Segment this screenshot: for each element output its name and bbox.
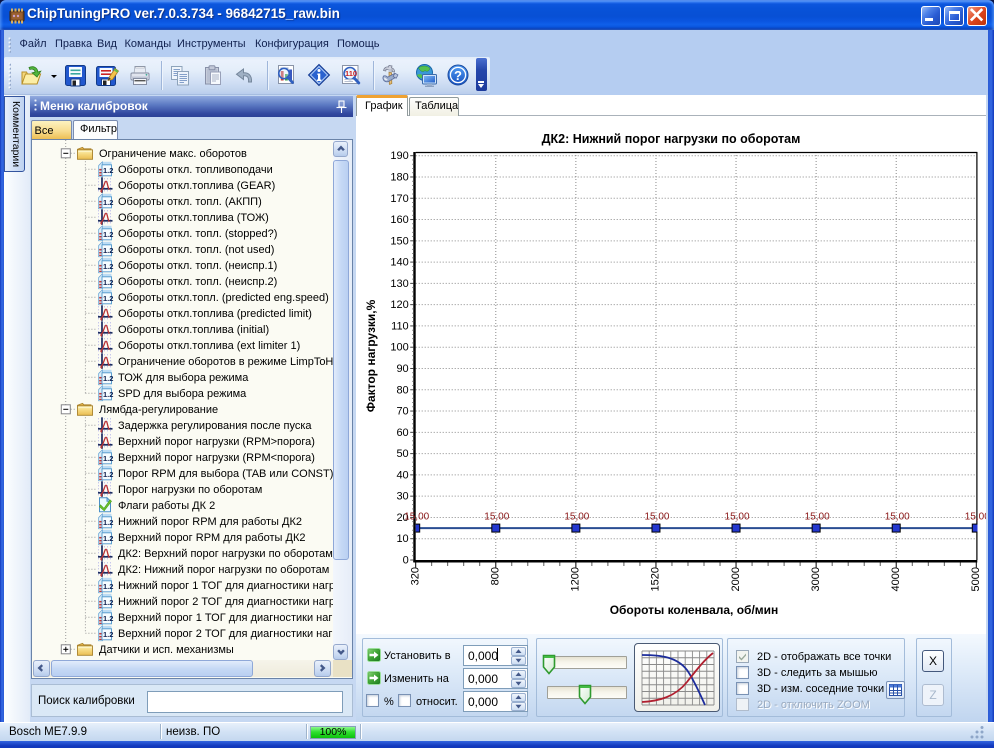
svg-text:320: 320 [409,567,421,585]
svg-text:Обороты откл.топлива (GEAR): Обороты откл.топлива (GEAR) [118,180,275,192]
svg-text:1.2: 1.2 [103,230,113,239]
svg-text:40: 40 [396,469,408,481]
svg-text:1.2: 1.2 [103,614,113,623]
svg-text:Датчики и исп. механизмы: Датчики и исп. механизмы [99,644,234,656]
svg-text:Нижний порог 2 ТОГ для диагнос: Нижний порог 2 ТОГ для диагностики нагре… [118,596,333,608]
svg-text:140: 140 [390,257,408,269]
svg-text:10: 10 [396,533,408,545]
svg-text:1.2: 1.2 [103,598,113,607]
svg-text:170: 170 [390,193,408,205]
svg-text:1520: 1520 [650,567,662,591]
svg-text:Верхний порог 1 ТОГ для диагно: Верхний порог 1 ТОГ для диагностики нагр… [118,612,333,624]
svg-text:190: 190 [390,150,408,162]
svg-text:Флаги работы ДК 2: Флаги работы ДК 2 [118,500,215,512]
svg-text:Обороты откл. топл. (неиспр.1): Обороты откл. топл. (неиспр.1) [118,260,277,272]
svg-text:SPD для выбора режима: SPD для выбора режима [118,388,247,400]
svg-text:Ограничение макс. оборотов: Ограничение макс. оборотов [99,148,247,160]
svg-text:1.2: 1.2 [103,534,113,543]
svg-text:15,00: 15,00 [564,512,589,523]
svg-text:15,00: 15,00 [805,512,830,523]
svg-text:100: 100 [390,342,408,354]
svg-text:1.2: 1.2 [103,294,113,303]
svg-text:1.2: 1.2 [103,390,113,399]
svg-text:Задержка регулирования после п: Задержка регулирования после пуска [118,420,312,432]
svg-text:Обороты откл.топлива (ext limi: Обороты откл.топлива (ext limiter 1) [118,340,300,352]
svg-text:130: 130 [390,278,408,290]
svg-text:160: 160 [390,214,408,226]
svg-text:180: 180 [390,171,408,183]
svg-text:1.2: 1.2 [103,630,113,639]
svg-text:Обороты откл.топлива (ТОЖ): Обороты откл.топлива (ТОЖ) [118,212,269,224]
svg-text:70: 70 [396,406,408,418]
svg-text:15,00: 15,00 [885,512,910,523]
svg-text:1.2: 1.2 [103,246,113,255]
svg-text:?: ? [454,68,462,83]
svg-text:1.2: 1.2 [103,518,113,527]
svg-text:ДК2: Нижний порог нагрузки по: ДК2: Нижний порог нагрузки по оборотам [542,132,801,146]
svg-text:ДК2: Верхний порог нагрузки по: ДК2: Верхний порог нагрузки по оборотам [118,548,333,560]
svg-text:110: 110 [345,69,357,78]
svg-text:4000: 4000 [890,567,902,591]
svg-text:80: 80 [396,384,408,396]
svg-text:Верхний порог 2 ТОГ для диагно: Верхний порог 2 ТОГ для диагностики нагр… [118,628,333,640]
svg-text:1.2: 1.2 [103,262,113,271]
svg-text:30: 30 [396,491,408,503]
svg-text:15,00: 15,00 [725,512,750,523]
svg-text:Порог RPM для выбора (TAB или: Порог RPM для выбора (TAB или CONST) [118,468,333,480]
svg-text:3000: 3000 [810,567,822,591]
svg-text:Фактор нагрузки,%: Фактор нагрузки,% [364,299,378,412]
svg-text:Ограничение оборотов в режиме: Ограничение оборотов в режиме LimpToHome [118,356,333,368]
svg-text:Нижний порог 1 ТОГ для диагнос: Нижний порог 1 ТОГ для диагностики нагре… [118,580,333,592]
svg-text:Обороты откл.топл. (predicted: Обороты откл.топл. (predicted eng.speed) [118,292,329,304]
svg-text:5000: 5000 [970,567,982,591]
svg-text:Обороты откл. топл. (not used): Обороты откл. топл. (not used) [118,244,274,256]
svg-text:Обороты откл.топлива (predicte: Обороты откл.топлива (predicted limit) [118,308,312,320]
svg-text:Обороты коленвала, об/мин: Обороты коленвала, об/мин [610,603,779,617]
svg-text:800: 800 [490,567,502,585]
svg-text:1.2: 1.2 [103,582,113,591]
svg-text:1200: 1200 [570,567,582,591]
svg-text:Обороты откл. топл. (stopped?): Обороты откл. топл. (stopped?) [118,228,277,240]
svg-text:Лямбда-регулирование: Лямбда-регулирование [99,404,218,416]
svg-text:Верхний порог RPM для работы Д: Верхний порог RPM для работы ДК2 [118,532,305,544]
svg-text:ТОЖ для выбора режима: ТОЖ для выбора режима [118,372,249,384]
svg-text:110: 110 [391,320,409,332]
svg-text:Порог нагрузки по оборотам: Порог нагрузки по оборотам [118,484,262,496]
svg-text:Обороты откл.топлива (initial): Обороты откл.топлива (initial) [118,324,269,336]
svg-text:1.2: 1.2 [103,470,113,479]
svg-text:60: 60 [396,427,408,439]
svg-text:0: 0 [403,555,409,567]
svg-text:90: 90 [396,363,408,375]
svg-text:1.2: 1.2 [103,166,113,175]
svg-text:ДК2: Нижний порог нагрузки по: ДК2: Нижний порог нагрузки по оборотам [118,564,329,576]
svg-text:15,00: 15,00 [965,512,986,523]
svg-text:1.2: 1.2 [103,454,113,463]
svg-text:Верхний порог нагрузки (RPM>по: Верхний порог нагрузки (RPM>порога) [118,436,315,448]
svg-text:120: 120 [390,299,408,311]
svg-text:Верхний порог нагрузки (RPM<по: Верхний порог нагрузки (RPM<порога) [118,452,315,464]
svg-text:Обороты откл. топл. (неиспр.2): Обороты откл. топл. (неиспр.2) [118,276,277,288]
svg-text:Нижний порог RPM для работы ДК: Нижний порог RPM для работы ДК2 [118,516,302,528]
svg-text:Обороты откл. топливоподачи: Обороты откл. топливоподачи [118,164,273,176]
svg-text:1.2: 1.2 [103,374,113,383]
svg-text:50: 50 [396,448,408,460]
svg-text:150: 150 [390,235,408,247]
svg-text:Обороты откл. топл. (АКПП): Обороты откл. топл. (АКПП) [118,196,262,208]
svg-text:15,00: 15,00 [644,512,669,523]
svg-text:1.2: 1.2 [103,198,113,207]
svg-text:1.2: 1.2 [103,278,113,287]
svg-text:15,00: 15,00 [404,512,429,523]
svg-text:2000: 2000 [730,567,742,591]
svg-text:15,00: 15,00 [484,512,509,523]
